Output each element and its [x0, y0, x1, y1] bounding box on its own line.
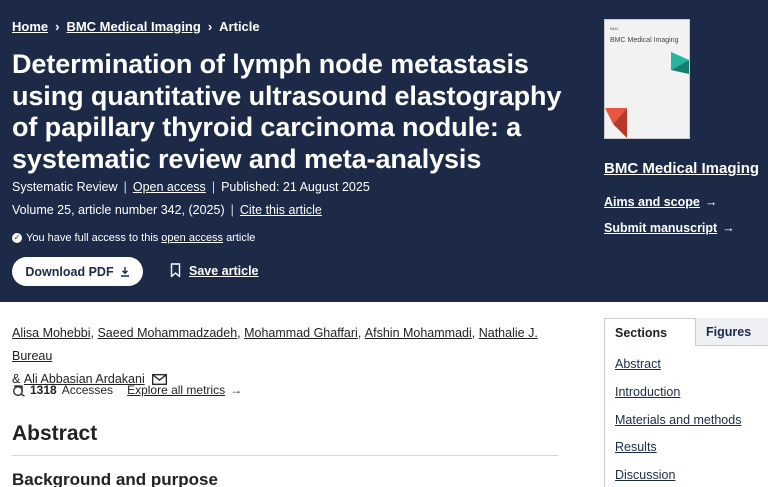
save-article-label: Save article	[189, 263, 259, 278]
tab-figures[interactable]: Figures	[696, 318, 768, 346]
access-note-suffix: article	[226, 232, 256, 244]
chevron-right-icon: ›	[207, 19, 213, 34]
divider: |	[230, 203, 234, 217]
open-access-link[interactable]: Open access	[133, 180, 206, 194]
accesses-count: 1318	[30, 383, 57, 397]
divider: |	[123, 180, 127, 194]
save-article-button[interactable]: Save article	[170, 263, 259, 278]
article-type: Systematic Review	[12, 180, 118, 194]
sidebar-tabs: Sections Figures	[604, 318, 768, 346]
bookmark-icon	[170, 263, 181, 278]
divider: |	[211, 180, 216, 194]
accesses-label: Accesses	[61, 383, 114, 397]
section-link-introduction[interactable]: Introduction	[615, 385, 680, 399]
submit-manuscript-label: Submit manuscript	[604, 221, 718, 235]
section-link-materials-and-methods[interactable]: Materials and methods	[615, 413, 741, 427]
cover-graphic	[605, 52, 689, 138]
chevron-right-icon: ›	[55, 19, 60, 34]
article-volume: Volume 25, article number 342, (2025)	[12, 203, 225, 217]
arrow-right-icon: →	[722, 221, 735, 235]
breadcrumb-home-link[interactable]: Home	[12, 19, 48, 34]
download-icon	[120, 267, 129, 277]
aims-and-scope-link[interactable]: Aims and scope →	[604, 195, 717, 209]
published-date: Published: 21 August 2025	[221, 180, 370, 194]
breadcrumb: Home › BMC Medical Imaging › Article	[12, 19, 260, 34]
background-heading: Background and purpose	[12, 470, 218, 487]
download-pdf-button[interactable]: Download PDF	[12, 257, 143, 286]
download-pdf-label: Download PDF	[25, 264, 114, 279]
accesses-icon	[13, 385, 25, 397]
abstract-heading: Abstract	[12, 422, 98, 445]
section-link-results[interactable]: Results	[615, 440, 657, 454]
divider	[12, 455, 558, 456]
section-link-abstract[interactable]: Abstract	[615, 357, 661, 371]
arrow-right-icon: →	[704, 195, 718, 209]
aims-and-scope-label: Aims and scope	[604, 195, 700, 209]
journal-name-link[interactable]: BMC Medical Imaging	[604, 160, 759, 177]
breadcrumb-journal-link[interactable]: BMC Medical Imaging	[66, 19, 200, 34]
cite-article-link[interactable]: Cite this article	[240, 203, 322, 217]
explore-metrics-link[interactable]: Explore all metrics	[127, 383, 225, 397]
author-list: Alisa Mohebbi, Saeed Mohammadzadeh, Moha…	[12, 326, 538, 386]
access-note-link[interactable]: open access	[161, 232, 223, 244]
article-title: Determination of lymph node metastasis u…	[12, 49, 562, 174]
tab-sections[interactable]: Sections	[604, 318, 696, 346]
article-volume-row: Volume 25, article number 342, (2025) | …	[12, 203, 322, 217]
submit-manuscript-link[interactable]: Submit manuscript →	[604, 221, 735, 235]
arrow-right-icon: →	[230, 383, 243, 397]
access-note-text: You have full access to this	[26, 232, 159, 244]
breadcrumb-current: Article	[219, 19, 260, 34]
section-link-discussion[interactable]: Discussion	[615, 468, 675, 482]
author-link[interactable]: Afshin Mohammadi	[365, 326, 472, 340]
access-note: ✓ You have full access to this open acce…	[12, 232, 255, 244]
article-metrics: 1318 Accesses Explore all metrics →	[12, 383, 242, 397]
author-link[interactable]: Mohammad Ghaffari	[244, 326, 358, 340]
article-header: Home › BMC Medical Imaging › Article Det…	[0, 0, 768, 302]
article-meta: Systematic Review | Open access | Publis…	[12, 180, 370, 194]
author-link[interactable]: Alisa Mohebbi	[12, 326, 91, 340]
check-circle-icon: ✓	[12, 233, 22, 243]
sections-border	[604, 345, 605, 487]
journal-cover[interactable]: BMC BMC Medical Imaging	[604, 19, 690, 139]
author-link[interactable]: Saeed Mohammadzadeh	[97, 326, 237, 340]
